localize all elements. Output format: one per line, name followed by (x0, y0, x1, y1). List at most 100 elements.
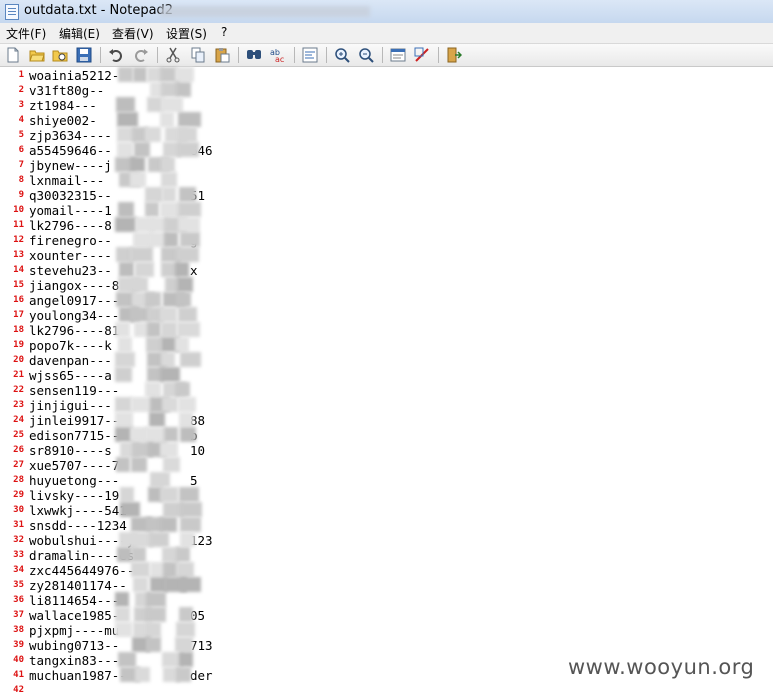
line-number: 31 (13, 520, 24, 530)
text-line: huyuetong--- (29, 473, 120, 488)
line-number: 6 (18, 145, 24, 155)
line-number: 33 (13, 550, 24, 560)
text-line: angel0917--- (29, 293, 120, 308)
line-number: 20 (13, 355, 24, 365)
save-icon[interactable] (76, 47, 92, 63)
line-number: 23 (13, 400, 24, 410)
text-line-tail: 05 (190, 608, 206, 623)
text-line: wobulshui----y (29, 533, 135, 548)
line-number: 5 (18, 130, 24, 140)
zoom-out-icon[interactable] (358, 47, 374, 63)
menu-settings[interactable]: 设置(S) (166, 25, 207, 42)
text-line: sensen119--- (29, 383, 120, 398)
line-number: 35 (13, 580, 24, 590)
line-number: 16 (13, 295, 24, 305)
text-line: q30032315-- (29, 188, 112, 203)
text-line: v31ft80g-- (29, 83, 105, 98)
text-line-tail: der (190, 668, 213, 683)
watermark: www.wooyun.org (568, 655, 755, 679)
zoom-in-icon[interactable] (334, 47, 350, 63)
customize-icon[interactable] (414, 47, 430, 63)
line-number: 28 (13, 475, 24, 485)
copy-icon[interactable] (190, 47, 206, 63)
scheme-icon[interactable] (390, 47, 406, 63)
text-line: snsdd----1234 (29, 518, 127, 533)
line-number: 17 (13, 310, 24, 320)
line-number: 2 (18, 85, 24, 95)
line-number: 15 (13, 280, 24, 290)
line-number: 7 (18, 160, 24, 170)
find-icon[interactable] (246, 47, 262, 63)
text-line: jiangox----8 (29, 278, 120, 293)
new-file-icon[interactable] (5, 47, 21, 63)
text-line: lk2796----8 (29, 218, 112, 233)
paste-icon[interactable] (214, 47, 230, 63)
menu-bar: 文件(F) 编辑(E) 查看(V) 设置(S) ? (0, 23, 773, 44)
notepad-app-icon (5, 4, 19, 20)
text-line: edison7715-- (29, 428, 120, 443)
menu-edit[interactable]: 编辑(E) (59, 25, 100, 42)
text-line: jinlei9917-- (29, 413, 120, 428)
line-number: 14 (13, 265, 24, 275)
word-wrap-icon[interactable] (302, 47, 318, 63)
text-line-tail: 51 (190, 188, 206, 203)
text-line: firenegro-- (29, 233, 112, 248)
text-line: a55459646-- (29, 143, 112, 158)
cut-icon[interactable] (165, 47, 181, 63)
menu-file[interactable]: 文件(F) (6, 25, 46, 42)
text-line-tail: 88 (190, 413, 206, 428)
line-number: 21 (13, 370, 24, 380)
text-line: davenpan--- (29, 353, 112, 368)
text-line: wjss65----a (29, 368, 112, 383)
line-number-gutter: 1 2 3 4 5 6 7 8 9 10 11 12 13 14 15 16 17 18 19 20 21 22 23 24 2… (0, 67, 26, 697)
text-line: youlong34--- (29, 308, 120, 323)
line-number: 13 (13, 250, 24, 260)
line-number: 36 (13, 595, 24, 605)
line-number: 37 (13, 610, 24, 620)
text-line: lk2796----81 (29, 323, 120, 338)
line-number: 32 (13, 535, 24, 545)
line-number: 9 (18, 190, 24, 200)
open-file-icon[interactable] (29, 47, 45, 63)
line-number: 24 (13, 415, 24, 425)
toolbar-separator (382, 47, 383, 63)
text-line: zxc445644976-- (29, 563, 135, 578)
line-number: 4 (18, 115, 24, 125)
window-title: outdata.txt - Notepad2 (24, 3, 174, 18)
menu-view[interactable]: 查看(V) (112, 25, 154, 42)
line-number: 41 (13, 670, 24, 680)
toolbar-separator (438, 47, 439, 63)
line-number: 42 (13, 685, 24, 695)
text-line: pjxpmj----mu (29, 623, 120, 638)
browse-icon[interactable] (52, 47, 68, 63)
text-line: xounter---- (29, 248, 112, 263)
text-line: popo7k----k (29, 338, 112, 353)
toolbar: ab ac (0, 44, 773, 67)
exit-icon[interactable] (446, 47, 462, 63)
redo-icon[interactable] (133, 47, 149, 63)
line-number: 34 (13, 565, 24, 575)
undo-icon[interactable] (108, 47, 124, 63)
text-line: zy281401174-- (29, 578, 127, 593)
text-line: woainia5212- (29, 68, 120, 83)
line-number: 25 (13, 430, 24, 440)
line-number: 29 (13, 490, 24, 500)
text-editor[interactable]: 1 2 3 4 5 6 7 8 9 10 11 12 13 14 15 16 17 18 19 20 21 22 23 24 2… (0, 67, 773, 697)
line-number: 11 (13, 220, 24, 230)
blurred-title-text (160, 6, 370, 17)
svg-text:ac: ac (275, 55, 284, 63)
text-line: zjp3634---- (29, 128, 112, 143)
text-line-tail: b (190, 428, 198, 443)
text-line-tail: 5 (190, 473, 198, 488)
text-line: jbynew----j (29, 158, 112, 173)
menu-help[interactable]: ? (221, 25, 227, 39)
line-number: 40 (13, 655, 24, 665)
text-line: li8114654---- (29, 593, 127, 608)
text-line: jinjigui--- (29, 398, 112, 413)
line-number: 18 (13, 325, 24, 335)
title-bar: outdata.txt - Notepad2 (0, 0, 773, 24)
line-number: 22 (13, 385, 24, 395)
text-line-tail: 10 (190, 443, 206, 458)
line-number: 19 (13, 340, 24, 350)
replace-icon[interactable]: ab ac (270, 47, 286, 63)
